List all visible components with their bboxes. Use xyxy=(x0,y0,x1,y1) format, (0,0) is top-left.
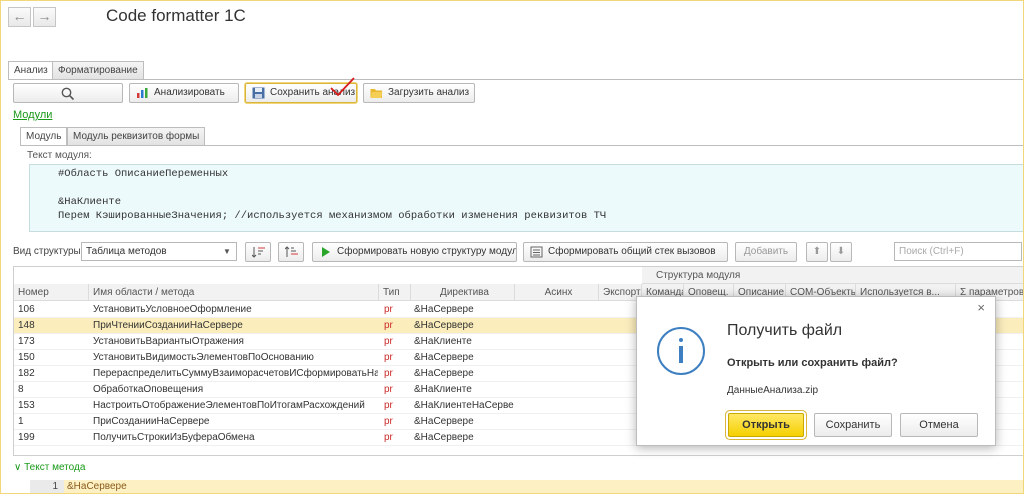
dialog-filename: ДанныеАнализа.zip xyxy=(727,385,819,396)
load-analysis-button[interactable]: Загрузить анализ xyxy=(363,83,475,103)
table-cell-num: 199 xyxy=(18,432,35,443)
table-cell-name: ПриЧтенииСозданииНаСервере xyxy=(93,320,243,331)
folder-open-icon xyxy=(370,89,383,98)
stack-list-icon xyxy=(530,246,543,258)
add-button[interactable]: Добавить xyxy=(735,242,797,262)
table-cell-num: 173 xyxy=(18,336,35,347)
analyze-button[interactable]: Анализировать xyxy=(129,83,239,103)
chart-icon xyxy=(137,88,148,98)
tab-formatting[interactable]: Форматирование xyxy=(52,61,144,80)
module-text-label: Текст модуля: xyxy=(27,150,92,161)
table-cell-type: pr xyxy=(384,384,393,395)
tab-form-attributes-module[interactable]: Модуль реквизитов формы xyxy=(67,127,206,146)
chevron-down-icon: ▼ xyxy=(223,247,231,256)
table-cell-directive: &НаСервере xyxy=(414,304,474,315)
table-cell-num: 1 xyxy=(18,416,24,427)
table-cell-directive: &НаСервере xyxy=(414,416,474,427)
chevron-down-icon: ∨ xyxy=(14,462,22,473)
move-down-button[interactable]: ⬇ xyxy=(830,242,852,262)
column-header[interactable]: Имя области / метода xyxy=(89,284,379,301)
move-up-button[interactable]: ⬆ xyxy=(806,242,828,262)
table-cell-directive: &НаСервере xyxy=(414,320,474,331)
back-button[interactable]: ← xyxy=(8,7,31,27)
dialog-question: Открыть или сохранить файл? xyxy=(727,357,898,369)
forward-button[interactable]: → xyxy=(33,7,56,27)
table-cell-name: НастроитьОтображениеЭлементовПоИтогамРас… xyxy=(93,400,365,411)
table-cell-name: УстановитьВариантыОтражения xyxy=(93,336,244,347)
table-cell-type: pr xyxy=(384,336,393,347)
table-cell-name: УстановитьУсловноеОформление xyxy=(93,304,252,315)
arrow-up-icon: ⬆ xyxy=(812,246,822,257)
code-line: #Область ОписаниеПеременных xyxy=(58,168,229,180)
structure-view-select[interactable]: Таблица методов ▼ xyxy=(81,242,237,261)
checkmark-annotation-icon xyxy=(330,77,355,97)
table-cell-directive: &НаСервере xyxy=(414,352,474,363)
floppy-disk-icon xyxy=(252,87,265,99)
dialog-save-button[interactable]: Сохранить xyxy=(814,413,892,437)
table-cell-num: 182 xyxy=(18,368,35,379)
arrow-left-icon: ← xyxy=(12,8,27,24)
table-cell-num: 8 xyxy=(18,384,24,395)
form-call-stack-button[interactable]: Сформировать общий стек вызовов xyxy=(523,242,728,262)
form-new-structure-button[interactable]: Сформировать новую структуру модуля xyxy=(312,242,517,262)
code-line: &НаКлиенте xyxy=(58,196,122,208)
arrow-down-icon: ⬇ xyxy=(836,246,846,257)
code-line: Перем КэшированныеЗначения; //использует… xyxy=(58,210,607,222)
table-cell-name: ОбработкаОповещения xyxy=(93,384,204,395)
method-code-line[interactable]: &НаСервере xyxy=(64,480,1024,494)
table-group-header: Структура модуля xyxy=(642,267,1023,284)
play-icon xyxy=(322,247,330,257)
table-cell-type: pr xyxy=(384,400,393,411)
table-cell-directive: &НаКлиентеНаСерве... xyxy=(414,400,514,411)
table-cell-name: УстановитьВидимостьЭлементовПоОснованию xyxy=(93,352,314,363)
line-number: 1 xyxy=(30,480,64,494)
tab-divider xyxy=(8,79,1024,80)
sort-button[interactable] xyxy=(245,242,271,262)
dialog-title: Получить файл xyxy=(727,322,843,339)
column-header[interactable]: Асинх xyxy=(515,284,599,301)
table-cell-num: 150 xyxy=(18,352,35,363)
table-cell-directive: &НаКлиенте xyxy=(414,336,472,347)
table-cell-num: 106 xyxy=(18,304,35,315)
table-cell-type: pr xyxy=(384,352,393,363)
structure-view-label: Вид структуры: xyxy=(13,246,84,257)
subtab-divider xyxy=(20,145,1024,146)
column-header[interactable]: Директива xyxy=(411,284,515,301)
table-cell-num: 153 xyxy=(18,400,35,411)
table-cell-directive: &НаСервере xyxy=(414,432,474,443)
sort-asc-button[interactable] xyxy=(278,242,304,262)
table-cell-num: 148 xyxy=(18,320,35,331)
close-icon[interactable]: × xyxy=(977,300,985,315)
get-file-dialog: × Получить файл Открыть или сохранить фа… xyxy=(636,296,996,446)
table-cell-type: pr xyxy=(384,432,393,443)
table-cell-type: pr xyxy=(384,416,393,427)
page-title: Code formatter 1C xyxy=(106,6,246,25)
table-cell-directive: &НаСервере xyxy=(414,368,474,379)
table-cell-type: pr xyxy=(384,368,393,379)
table-cell-type: pr xyxy=(384,320,393,331)
search-input[interactable]: Поиск (Ctrl+F) xyxy=(894,242,1022,261)
column-header[interactable]: Тип xyxy=(379,284,411,301)
info-icon xyxy=(657,327,705,375)
table-cell-directive: &НаКлиенте xyxy=(414,384,472,395)
table-cell-name: ПерераспределитьСуммуВзаиморасчетовИСфор… xyxy=(93,368,378,379)
sort-list-up-icon xyxy=(285,246,298,257)
search-button[interactable] xyxy=(13,83,123,103)
module-code-editor[interactable]: #Область ОписаниеПеременных &НаКлиенте Пер… xyxy=(29,164,1024,232)
sort-list-icon xyxy=(252,247,265,258)
magnifier-icon xyxy=(61,87,75,101)
tab-analysis[interactable]: Анализ xyxy=(8,61,54,80)
tab-module[interactable]: Модуль xyxy=(20,127,68,146)
method-text-section-header[interactable]: ∨ Текст метода xyxy=(14,462,85,473)
cancel-button[interactable]: Отмена xyxy=(900,413,978,437)
modules-link[interactable]: Модули xyxy=(13,109,52,121)
table-cell-name: ПолучитьСтрокиИзБуфераОбмена xyxy=(93,432,255,443)
arrow-right-icon: → xyxy=(37,8,52,24)
open-button[interactable]: Открыть xyxy=(728,413,804,437)
column-header[interactable]: Номер xyxy=(14,284,89,301)
table-cell-type: pr xyxy=(384,304,393,315)
table-cell-name: ПриСозданииНаСервере xyxy=(93,416,210,427)
